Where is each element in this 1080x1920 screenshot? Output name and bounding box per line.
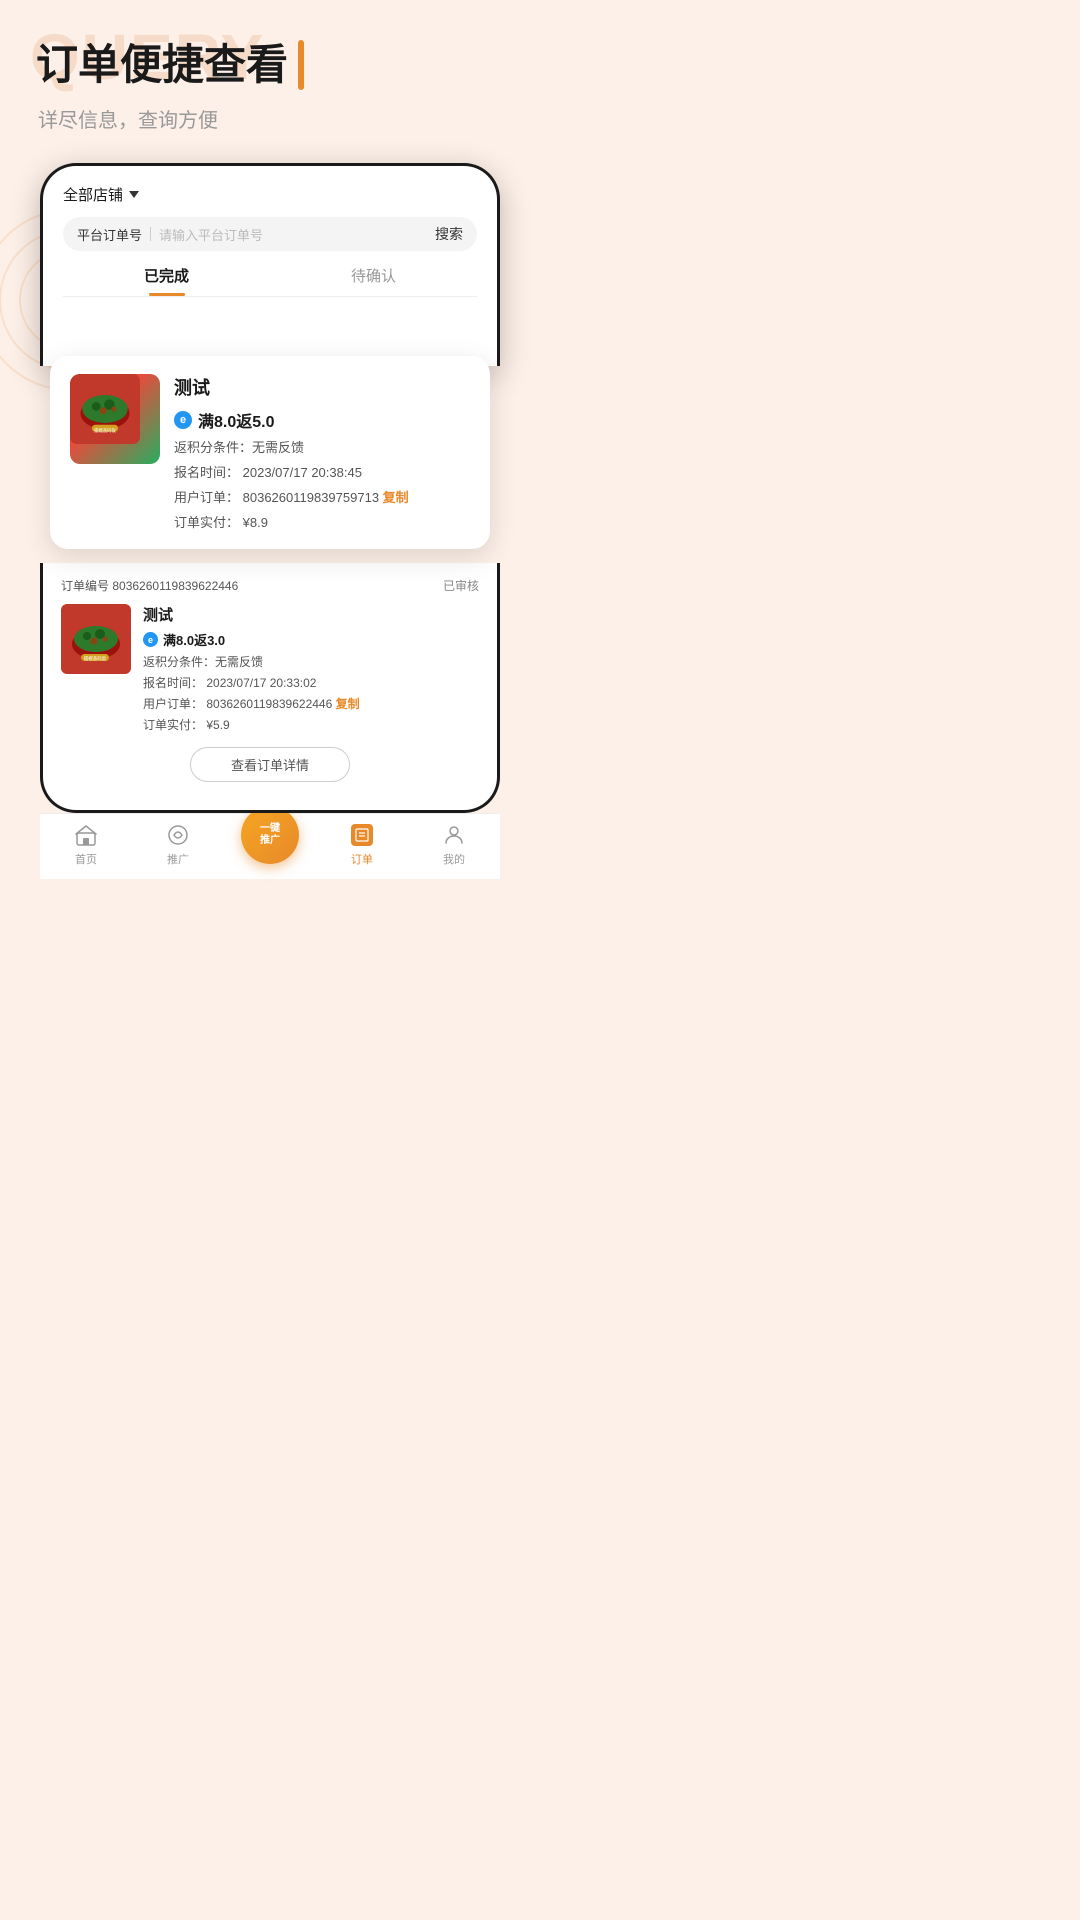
nav-my[interactable]: 我的	[408, 822, 500, 867]
svg-text:擂椒盖码饭: 擂椒盖码饭	[94, 427, 116, 434]
nav-home[interactable]: 首页	[40, 822, 132, 867]
nav-promote[interactable]: 推广	[132, 822, 224, 867]
order-detail-card: 订单编号 8036260119839622446 已审核	[43, 563, 497, 796]
center-bottom-text: 推广	[260, 835, 280, 847]
phone-top-mockup: 全部店铺 平台订单号 请输入平台订单号 搜索 已完成 待确认	[40, 163, 500, 366]
search-placeholder[interactable]: 请输入平台订单号	[159, 225, 427, 244]
pay-label: 订单实付：	[174, 515, 239, 530]
promote-icon	[165, 822, 191, 848]
order-condition: 返积分条件：无需反馈	[174, 438, 470, 459]
order-item-info: 测试 e 满8.0返3.0 返积分条件：无需反馈 报名时间： 2023/07/1…	[143, 604, 479, 737]
user-order-number: 8036260119839759713	[243, 490, 379, 505]
cashback-icon-sm: e	[143, 632, 158, 647]
order-status-badge: 已审核	[443, 577, 479, 594]
copy-order-button[interactable]: 复制	[383, 490, 409, 505]
main-content: 全部店铺 平台订单号 请输入平台订单号 搜索 已完成 待确认	[40, 163, 500, 879]
order-signup-time: 报名时间： 2023/07/17 20:38:45	[174, 463, 470, 484]
home-label: 首页	[75, 851, 97, 867]
tab-pending[interactable]: 待确认	[270, 265, 477, 296]
tabs-row: 已完成 待确认	[63, 265, 477, 297]
phone-bottom-mockup: 订单编号 8036260119839622446 已审核	[40, 563, 500, 813]
my-icon	[441, 822, 467, 848]
detail-condition: 返积分条件：无需反馈	[143, 653, 479, 671]
search-bar[interactable]: 平台订单号 请输入平台订单号 搜索	[63, 217, 477, 251]
copy-order-btn-sm[interactable]: 复制	[336, 697, 360, 711]
search-type-label: 平台订单号	[77, 225, 142, 244]
page-subtitle: 详尽信息，查询方便	[38, 104, 504, 133]
order-number-text: 订单编号 8036260119839622446	[61, 577, 238, 594]
nav-orders[interactable]: 订单	[316, 822, 408, 867]
promote-label: 推广	[167, 851, 189, 867]
pay-value: ¥8.9	[243, 515, 268, 530]
signup-label: 报名时间：	[174, 465, 239, 480]
title-accent-bar	[298, 40, 304, 90]
signup-value: 2023/07/17 20:38:45	[243, 465, 362, 480]
order-item-row: 擂椒盖码饭 测试 e 满8.0返3.0 返积分条件：无需反馈 报名时间：	[61, 604, 479, 737]
view-detail-button[interactable]: 查看订单详情	[190, 747, 350, 782]
home-icon	[73, 822, 99, 848]
my-label: 我的	[443, 851, 465, 867]
store-label: 全部店铺	[63, 184, 123, 205]
detail-user-order: 用户订单： 8036260119839622446 复制	[143, 695, 479, 713]
cashback-amount: 满8.0返5.0	[198, 408, 275, 432]
page-title: 订单便捷查看	[36, 40, 504, 90]
floating-order-card: 擂椒盖码饭 测试 e 满8.0返5.0 返积分条件：无需反馈 报名时间： 202…	[50, 356, 490, 549]
chevron-down-icon	[129, 191, 139, 198]
food-image-small: 擂椒盖码饭	[61, 604, 131, 674]
order-info: 测试 e 满8.0返5.0 返积分条件：无需反馈 报名时间： 2023/07/1…	[174, 374, 470, 531]
orders-icon	[349, 822, 375, 848]
title-text: 订单便捷查看	[36, 41, 288, 89]
tab-completed[interactable]: 已完成	[63, 265, 270, 296]
store-selector[interactable]: 全部店铺	[63, 184, 477, 205]
cashback-text-sm: 满8.0返3.0	[163, 630, 225, 649]
order-pay-row: 订单实付： ¥8.9	[174, 512, 470, 531]
center-promote-button[interactable]: 一键 推广	[241, 806, 299, 864]
svg-text:擂椒盖码饭: 擂椒盖码饭	[84, 655, 107, 662]
orders-label: 订单	[351, 851, 373, 867]
search-button[interactable]: 搜索	[435, 224, 463, 244]
detail-pay: 订单实付： ¥5.9	[143, 716, 479, 734]
header: QUERY 订单便捷查看 详尽信息，查询方便	[0, 0, 540, 153]
nav-center-promote[interactable]: 一键 推广	[224, 826, 316, 864]
detail-signup-time: 报名时间： 2023/07/17 20:33:02	[143, 674, 479, 692]
search-divider	[150, 227, 151, 241]
center-top-text: 一键	[260, 823, 280, 835]
bottom-navigation: 首页 推广 一键 推广	[40, 813, 500, 879]
order-product-name: 测试	[174, 374, 470, 400]
item-name: 测试	[143, 604, 479, 625]
food-image: 擂椒盖码饭	[70, 374, 160, 464]
user-order-label: 用户订单：	[174, 490, 239, 505]
cashback-icon: e	[174, 411, 192, 429]
order-detail-header: 订单编号 8036260119839622446 已审核	[61, 577, 479, 594]
order-user-row: 用户订单： 8036260119839759713 复制	[174, 488, 470, 509]
